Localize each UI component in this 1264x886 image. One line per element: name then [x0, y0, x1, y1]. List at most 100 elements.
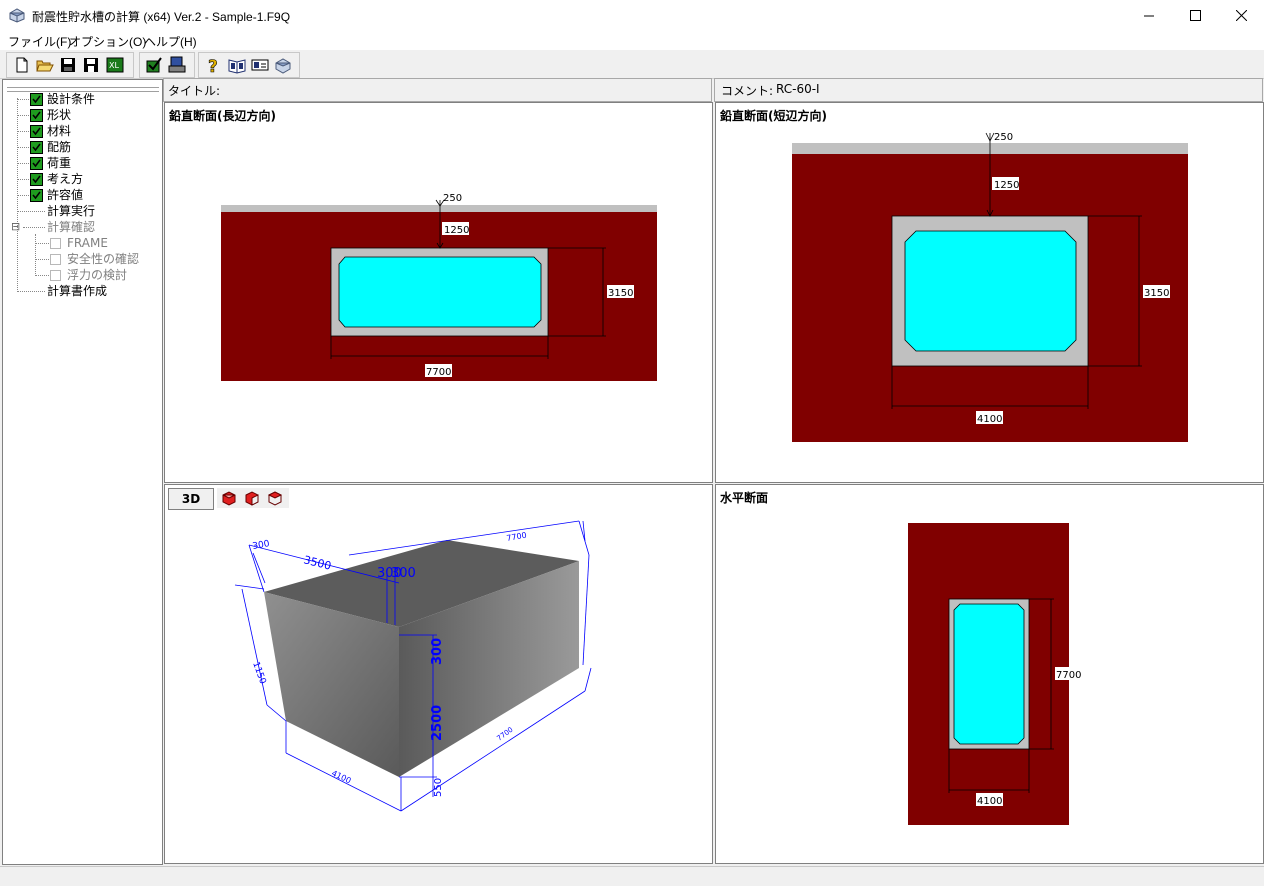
help-icon[interactable]: ?: [204, 56, 222, 74]
checked-icon: [30, 189, 43, 202]
tree-item-label: 計算書作成: [47, 284, 108, 298]
tree-connector: [17, 147, 31, 148]
dim-depth: 1250: [444, 225, 469, 236]
card-icon[interactable]: [251, 56, 269, 74]
navigation-tree: 設計条件 形状 材料 配筋 荷重 考え方 許容値 計算実行 ⊟ 計算確認 FRA…: [2, 79, 163, 865]
toolbar-file-group: XL: [6, 52, 134, 78]
menu-options[interactable]: オプション(O): [69, 33, 146, 50]
tank-water: [338, 256, 542, 328]
tree-connector: [23, 227, 45, 228]
title-bar: 耐震性貯水槽の計算 (x64) Ver.2 - Sample-1.F9Q: [0, 0, 1264, 31]
unchecked-icon: [50, 270, 61, 281]
tree-item-label: 浮力の検討: [67, 268, 128, 282]
short-section-drawing: 250 1250 3150 4100: [792, 132, 1188, 442]
tree-item-label: 材料: [47, 124, 72, 138]
tree-connector: [17, 211, 45, 212]
dim-height: 3150: [1144, 288, 1169, 299]
save-as-icon[interactable]: [82, 56, 100, 74]
tree-item-frame[interactable]: FRAME: [3, 235, 158, 251]
check-icon[interactable]: [145, 56, 163, 74]
tree-connector: [17, 291, 45, 292]
collapse-icon[interactable]: ⊟: [11, 219, 20, 235]
tree-connector: [17, 99, 31, 100]
tree-item-shape[interactable]: 形状: [3, 107, 158, 123]
book-icon[interactable]: [228, 56, 246, 74]
tree-item-label: 計算確認: [47, 220, 96, 234]
tree-item-approach[interactable]: 考え方: [3, 171, 158, 187]
title-field[interactable]: タイトル:: [163, 78, 712, 102]
print-icon[interactable]: [168, 56, 186, 74]
dim-cover: 250: [994, 132, 1013, 143]
checked-icon: [30, 93, 43, 106]
close-button[interactable]: [1218, 0, 1264, 31]
tree-item-label: 設計条件: [47, 92, 96, 106]
pane-3d-view: 3D 300 3500 7700 300 300 300 1150 2500 5…: [164, 484, 713, 864]
tree-connector: [17, 115, 31, 116]
dim-cover: 250: [443, 193, 462, 204]
minimize-button[interactable]: [1126, 0, 1172, 31]
tree-item-label: 形状: [47, 108, 72, 122]
long-section-drawing: 250 1250 3150 7700: [221, 193, 657, 381]
maximize-button[interactable]: [1172, 0, 1218, 31]
comment-field[interactable]: コメント: RC-60-I: [714, 78, 1263, 102]
menu-bar: ファイル(F) オプション(O) ヘルプ(H): [0, 31, 1264, 50]
dim-length: 7700: [1056, 670, 1081, 681]
open-folder-icon[interactable]: [36, 56, 54, 74]
dim-3d: 1150: [250, 661, 267, 686]
tree-item-material[interactable]: 材料: [3, 123, 158, 139]
dim-3d: 4100: [330, 769, 352, 786]
comment-label: コメント:: [721, 84, 774, 98]
svg-text:XL: XL: [109, 61, 119, 70]
checked-icon: [30, 109, 43, 122]
comment-value: RC-60-I: [776, 82, 820, 96]
tree-item-run-calculation[interactable]: 計算実行: [3, 203, 158, 219]
toolbar: XL ?: [0, 50, 1264, 79]
tree-item-label: 配筋: [47, 140, 72, 154]
checked-icon: [30, 125, 43, 138]
pane-short-section: 鉛直断面(短辺方向) 250 1250 3150 4100: [715, 102, 1264, 483]
tree-item-buoyancy[interactable]: 浮力の検討: [3, 267, 158, 283]
checked-icon: [30, 141, 43, 154]
menu-help[interactable]: ヘルプ(H): [144, 33, 197, 50]
toolbar-help-group: ?: [198, 52, 300, 78]
unchecked-icon: [50, 254, 61, 265]
new-file-icon[interactable]: [13, 56, 31, 74]
tree-item-label: FRAME: [67, 236, 108, 250]
tree-item-reinforcement[interactable]: 配筋: [3, 139, 158, 155]
tree-item-label: 考え方: [47, 172, 84, 186]
dim-width: 4100: [977, 796, 1002, 807]
export-icon[interactable]: XL: [106, 56, 124, 74]
tree-item-safety-check[interactable]: 安全性の確認: [3, 251, 158, 267]
tank-water: [904, 230, 1077, 352]
dim-3d: 550: [433, 778, 444, 797]
dim-width: 4100: [977, 414, 1002, 425]
tree-item-check-calculation[interactable]: ⊟ 計算確認: [3, 219, 158, 235]
menu-file[interactable]: ファイル(F): [8, 33, 71, 50]
tank-water: [953, 603, 1025, 745]
checked-icon: [30, 173, 43, 186]
pane-long-section: 鉛直断面(長辺方向) 250 1250 3150 7700: [164, 102, 713, 483]
unchecked-icon: [50, 238, 61, 249]
dim-3d: 300: [430, 638, 445, 665]
window-title: 耐震性貯水槽の計算 (x64) Ver.2 - Sample-1.F9Q: [32, 10, 291, 24]
tank-icon[interactable]: [274, 56, 292, 74]
tree-item-design-conditions[interactable]: 設計条件: [3, 91, 158, 107]
dim-3d: 7700: [506, 531, 528, 543]
tree-connector: [35, 259, 49, 260]
tree-item-load[interactable]: 荷重: [3, 155, 158, 171]
tree-item-label: 安全性の確認: [67, 252, 140, 266]
dim-3d: 300: [391, 566, 416, 581]
tree-item-allowable[interactable]: 許容値: [3, 187, 158, 203]
tree-item-report[interactable]: 計算書作成: [3, 283, 158, 299]
tree-item-label: 荷重: [47, 156, 72, 170]
tree-item-label: 許容値: [47, 188, 84, 202]
save-icon[interactable]: [59, 56, 77, 74]
tree-connector: [17, 163, 31, 164]
minimize-icon: [1143, 15, 1154, 17]
close-icon: [1235, 10, 1247, 21]
tree-item-label: 計算実行: [47, 204, 96, 218]
dim-height: 3150: [608, 288, 633, 299]
tree-connector: [35, 275, 49, 276]
pane-horizontal-section: 水平断面 7700 4100: [715, 484, 1264, 864]
title-label: タイトル:: [168, 84, 221, 98]
